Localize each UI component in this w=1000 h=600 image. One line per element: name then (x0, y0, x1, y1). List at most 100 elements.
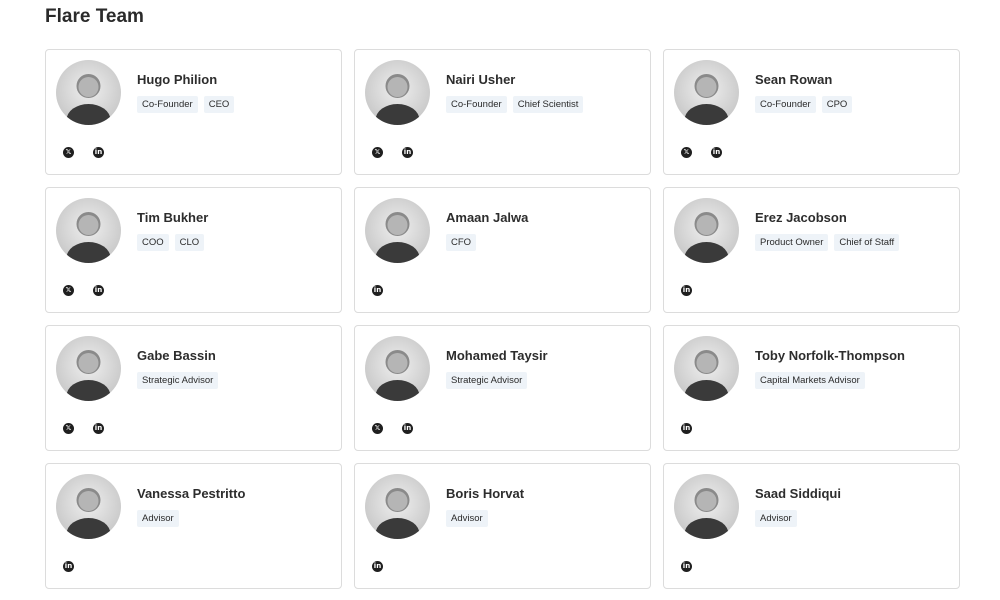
team-grid: Hugo Philion Co-Founder CEO 𝕏in Nairi Usher C… (45, 49, 960, 589)
member-name: Saad Siddiqui (755, 486, 841, 501)
social-links: in (372, 285, 383, 296)
avatar (365, 198, 430, 263)
team-member-card: Saad Siddiqui Advisor in (663, 463, 960, 589)
role-badge: Chief of Staff (834, 234, 900, 251)
x-twitter-icon[interactable]: 𝕏 (372, 423, 383, 434)
role-badge: CFO (446, 234, 477, 251)
role-tags: Capital Markets Advisor (755, 372, 865, 389)
role-tags: Strategic Advisor (446, 372, 528, 389)
avatar (365, 474, 430, 539)
social-links: in (372, 561, 383, 572)
role-badge: CPO (821, 96, 853, 113)
team-member-card: Erez Jacobson Product Owner Chief of Staff… (663, 187, 960, 313)
person-photo-icon (66, 488, 111, 539)
role-badge: Strategic Advisor (137, 372, 219, 389)
person-photo-icon (684, 74, 729, 125)
linkedin-icon[interactable]: in (372, 285, 383, 296)
team-member-card: Amaan Jalwa CFO in (354, 187, 651, 313)
person-photo-icon (66, 212, 111, 263)
avatar (674, 198, 739, 263)
linkedin-icon[interactable]: in (402, 423, 413, 434)
person-photo-icon (375, 74, 420, 125)
avatar (674, 60, 739, 125)
role-tags: Co-Founder CEO (137, 96, 235, 113)
avatar (56, 60, 121, 125)
social-links: 𝕏in (63, 147, 104, 158)
member-name: Gabe Bassin (137, 348, 216, 363)
role-tags: Advisor (755, 510, 797, 527)
x-twitter-icon[interactable]: 𝕏 (63, 147, 74, 158)
person-photo-icon (684, 212, 729, 263)
social-links: 𝕏in (372, 423, 413, 434)
person-photo-icon (66, 350, 111, 401)
role-badge: Capital Markets Advisor (755, 372, 865, 389)
social-links: in (681, 285, 692, 296)
role-badge: COO (137, 234, 169, 251)
social-links: in (681, 561, 692, 572)
social-links: 𝕏in (63, 423, 104, 434)
role-badge: Advisor (137, 510, 179, 527)
person-photo-icon (375, 350, 420, 401)
role-badge: Product Owner (755, 234, 829, 251)
role-badge: Advisor (755, 510, 797, 527)
member-name: Erez Jacobson (755, 210, 847, 225)
role-tags: Advisor (137, 510, 179, 527)
social-links: in (63, 561, 74, 572)
role-tags: Product Owner Chief of Staff (755, 234, 900, 251)
role-tags: Advisor (446, 510, 488, 527)
role-badge: CEO (203, 96, 235, 113)
linkedin-icon[interactable]: in (402, 147, 413, 158)
social-links: in (681, 423, 692, 434)
role-tags: Co-Founder CPO (755, 96, 853, 113)
linkedin-icon[interactable]: in (681, 285, 692, 296)
avatar (674, 336, 739, 401)
role-badge: Advisor (446, 510, 488, 527)
avatar (365, 336, 430, 401)
x-twitter-icon[interactable]: 𝕏 (681, 147, 692, 158)
role-badge: Strategic Advisor (446, 372, 528, 389)
linkedin-icon[interactable]: in (372, 561, 383, 572)
linkedin-icon[interactable]: in (93, 423, 104, 434)
role-badge: CLO (174, 234, 205, 251)
role-badge: Co-Founder (137, 96, 198, 113)
role-badge: Chief Scientist (512, 96, 584, 113)
team-member-card: Toby Norfolk-Thompson Capital Markets Adv… (663, 325, 960, 451)
x-twitter-icon[interactable]: 𝕏 (63, 423, 74, 434)
role-badge: Co-Founder (755, 96, 816, 113)
team-member-card: Gabe Bassin Strategic Advisor 𝕏in (45, 325, 342, 451)
avatar (56, 336, 121, 401)
member-name: Hugo Philion (137, 72, 218, 87)
avatar (674, 474, 739, 539)
person-photo-icon (375, 212, 420, 263)
member-name: Toby Norfolk-Thompson (755, 348, 905, 363)
linkedin-icon[interactable]: in (711, 147, 722, 158)
x-twitter-icon[interactable]: 𝕏 (63, 285, 74, 296)
role-tags: COO CLO (137, 234, 205, 251)
person-photo-icon (66, 74, 111, 125)
linkedin-icon[interactable]: in (93, 147, 104, 158)
social-links: 𝕏in (63, 285, 104, 296)
role-tags: Strategic Advisor (137, 372, 219, 389)
team-member-card: Hugo Philion Co-Founder CEO 𝕏in (45, 49, 342, 175)
member-name: Boris Horvat (446, 486, 525, 501)
x-twitter-icon[interactable]: 𝕏 (372, 147, 383, 158)
linkedin-icon[interactable]: in (93, 285, 104, 296)
role-badge: Co-Founder (446, 96, 507, 113)
avatar (56, 198, 121, 263)
linkedin-icon[interactable]: in (63, 561, 74, 572)
member-name: Tim Bukher (137, 210, 209, 225)
person-photo-icon (684, 350, 729, 401)
member-name: Vanessa Pestritto (137, 486, 246, 501)
team-member-card: Sean Rowan Co-Founder CPO 𝕏in (663, 49, 960, 175)
member-name: Amaan Jalwa (446, 210, 529, 225)
member-name: Sean Rowan (755, 72, 833, 87)
avatar (56, 474, 121, 539)
social-links: 𝕏in (681, 147, 722, 158)
page-title: Flare Team (45, 6, 144, 27)
linkedin-icon[interactable]: in (681, 423, 692, 434)
member-name: Mohamed Taysir (446, 348, 548, 363)
linkedin-icon[interactable]: in (681, 561, 692, 572)
team-member-card: Boris Horvat Advisor in (354, 463, 651, 589)
team-member-card: Vanessa Pestritto Advisor in (45, 463, 342, 589)
social-links: 𝕏in (372, 147, 413, 158)
